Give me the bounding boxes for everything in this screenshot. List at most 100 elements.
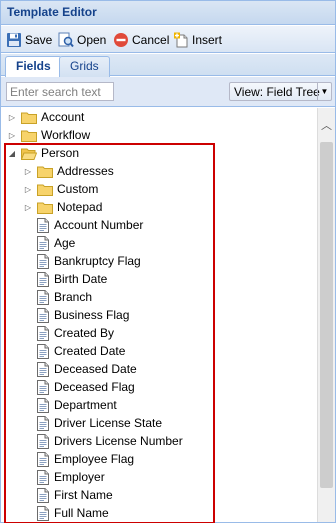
insert-button[interactable]: Insert <box>173 29 222 50</box>
open-button[interactable]: Open <box>58 29 106 50</box>
collapsed-arrow-icon[interactable]: ▷ <box>23 166 33 176</box>
scroll-thumb[interactable] <box>320 142 333 488</box>
document-icon <box>37 235 49 251</box>
tree-folder-label: Custom <box>57 182 99 196</box>
tree-field-label: Deceased Flag <box>54 380 135 394</box>
tree-folder-label: Workflow <box>41 128 91 142</box>
collapsed-arrow-icon[interactable]: ▷ <box>23 202 33 212</box>
insert-label: Insert <box>192 32 223 47</box>
tree-field-label: Employee Flag <box>54 452 135 466</box>
floppy-disk-icon <box>7 32 21 47</box>
tree-field-item[interactable]: First Name <box>37 486 113 504</box>
template-editor-window: Template Editor Save Open Cancel Insert … <box>0 0 336 523</box>
tree-field-item[interactable]: Account Number <box>37 216 143 234</box>
document-icon <box>37 307 49 323</box>
tab-strip: Fields Grids <box>1 54 335 77</box>
tree-field-label: Full Name <box>54 506 109 520</box>
tree-field-label: Bankruptcy Flag <box>54 254 141 268</box>
tree-field-label: Deceased Date <box>54 362 137 376</box>
document-icon <box>37 343 49 359</box>
tree-folder-workflow[interactable]: ▷ Workflow <box>7 126 90 144</box>
tree-field-label: Birth Date <box>54 272 108 286</box>
document-icon <box>37 433 49 449</box>
window-title: Template Editor <box>7 5 97 19</box>
tree-field-label: Department <box>54 398 117 412</box>
tree-field-item[interactable]: Employee Flag <box>37 450 134 468</box>
cancel-button[interactable]: Cancel <box>113 29 169 50</box>
open-label: Open <box>77 32 107 47</box>
tree-field-label: Driver License State <box>54 416 163 430</box>
tree-field-label: Branch <box>54 290 93 304</box>
cancel-icon <box>114 32 128 47</box>
folder-icon <box>37 166 53 178</box>
tab-fields[interactable]: Fields <box>5 56 62 77</box>
tree-field-item[interactable]: Age <box>37 234 75 252</box>
vertical-scrollbar[interactable]: ︿ <box>317 108 335 522</box>
tree-field-item[interactable]: Business Flag <box>37 306 129 324</box>
tree-field-item[interactable]: Full Name <box>37 504 109 522</box>
folder-icon <box>21 130 37 142</box>
expanded-arrow-icon[interactable]: ◢ <box>7 148 17 158</box>
document-icon <box>37 415 49 431</box>
scroll-up-arrow-icon[interactable]: ︿ <box>318 108 335 142</box>
tree-field-item[interactable]: Department <box>37 396 117 414</box>
tree-folder-account[interactable]: ▷ Account <box>7 108 84 126</box>
open-folder-icon <box>21 148 37 160</box>
document-icon <box>37 379 49 395</box>
document-icon <box>37 325 49 341</box>
tree-field-label: Created By <box>54 326 115 340</box>
collapsed-arrow-icon[interactable]: ▷ <box>7 130 17 140</box>
title-bar: Template Editor <box>1 1 335 25</box>
chevron-down-icon[interactable]: ▼ <box>317 83 331 100</box>
document-icon <box>37 361 49 377</box>
tab-grids[interactable]: Grids <box>59 56 110 77</box>
save-label: Save <box>25 32 53 47</box>
document-icon <box>37 289 49 305</box>
tree-field-item[interactable]: Deceased Flag <box>37 378 135 396</box>
folder-icon <box>37 184 53 196</box>
document-icon <box>37 505 49 521</box>
insert-document-icon <box>174 32 188 47</box>
document-icon <box>37 451 49 467</box>
tree-field-item[interactable]: Created By <box>37 324 114 342</box>
search-input[interactable] <box>6 82 114 101</box>
tree-field-label: First Name <box>54 488 113 502</box>
tree-field-item[interactable]: Created Date <box>37 342 125 360</box>
tree-folder-label: Person <box>41 146 80 160</box>
filter-row: View: Field Tree ▼ <box>1 77 335 107</box>
tree-field-item[interactable]: Birth Date <box>37 270 107 288</box>
tree-field-item[interactable]: Bankruptcy Flag <box>37 252 141 270</box>
toolbar: Save Open Cancel Insert <box>1 26 335 53</box>
tree-folder-label: Account <box>41 110 85 124</box>
view-select[interactable]: View: Field Tree ▼ <box>229 82 332 101</box>
tree-field-item[interactable]: Deceased Date <box>37 360 137 378</box>
tree-folder-label: Addresses <box>57 164 114 178</box>
tree-folder-addresses[interactable]: ▷ Addresses <box>23 162 114 180</box>
folder-icon <box>37 202 53 214</box>
view-select-value: View: Field Tree <box>234 84 320 99</box>
collapsed-arrow-icon[interactable]: ▷ <box>23 184 33 194</box>
tree-field-label: Drivers License Number <box>54 434 183 448</box>
document-icon <box>37 487 49 503</box>
tree-field-item[interactable]: Driver License State <box>37 414 162 432</box>
save-button[interactable]: Save <box>6 29 52 50</box>
tree-field-label: Age <box>54 236 76 250</box>
document-icon <box>37 253 49 269</box>
document-icon <box>37 217 49 233</box>
tree-folder-notepad[interactable]: ▷ Notepad <box>23 198 102 216</box>
open-search-icon <box>58 32 74 47</box>
tree-field-label: Account Number <box>54 218 144 232</box>
tree-folder-custom[interactable]: ▷ Custom <box>23 180 98 198</box>
cancel-label: Cancel <box>132 32 170 47</box>
collapsed-arrow-icon[interactable]: ▷ <box>7 112 17 122</box>
tree-field-label: Business Flag <box>54 308 130 322</box>
tree-field-item[interactable]: Drivers License Number <box>37 432 183 450</box>
tree-field-label: Created Date <box>54 344 126 358</box>
tree-field-label: Employer <box>54 470 105 484</box>
tree-folder-person[interactable]: ◢ Person <box>7 144 79 162</box>
tree-field-item[interactable]: Branch <box>37 288 92 306</box>
tree-field-item[interactable]: Employer <box>37 468 105 486</box>
tree-folder-label: Notepad <box>57 200 103 214</box>
document-icon <box>37 397 49 413</box>
document-icon <box>37 469 49 485</box>
